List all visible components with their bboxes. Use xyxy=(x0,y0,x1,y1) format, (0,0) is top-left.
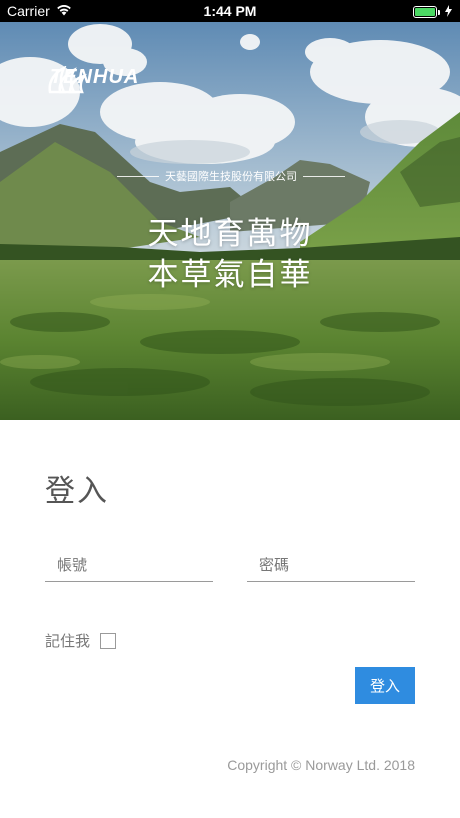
divider-right xyxy=(303,175,345,177)
remember-label: 記住我 xyxy=(45,632,91,650)
password-field[interactable] xyxy=(247,548,415,582)
slogan-line-1: 天地育萬物 xyxy=(147,216,313,252)
battery-icon xyxy=(413,6,437,18)
status-time: 1:44 PM xyxy=(203,3,257,19)
status-bar: Carrier 1:44 PM xyxy=(0,0,460,22)
battery-cap xyxy=(438,9,440,15)
company-logo: TENHUA xyxy=(46,66,139,94)
copyright-text: Copyright © Norway Ltd. 2018 xyxy=(227,757,415,773)
account-field[interactable] xyxy=(45,548,213,582)
company-line: 天藝國際生技股份有限公司 xyxy=(117,168,345,184)
hero-banner: TENHUA 天藝國際生技股份有限公司 天地育萬物 本草氣自華 xyxy=(0,22,460,420)
remember-me[interactable]: 記住我 xyxy=(45,630,117,651)
battery-fill xyxy=(415,8,435,16)
account-input[interactable] xyxy=(45,548,213,581)
remember-checkbox[interactable] xyxy=(100,632,117,649)
password-input[interactable] xyxy=(247,548,415,581)
slogan-line-2: 本草氣自華 xyxy=(147,257,313,293)
charging-bolt-icon xyxy=(445,4,452,20)
login-button[interactable]: 登入 xyxy=(355,667,415,704)
status-right xyxy=(413,4,452,20)
login-title: 登入 xyxy=(45,474,109,509)
divider-left xyxy=(117,175,159,177)
company-name: 天藝國際生技股份有限公司 xyxy=(165,170,297,183)
